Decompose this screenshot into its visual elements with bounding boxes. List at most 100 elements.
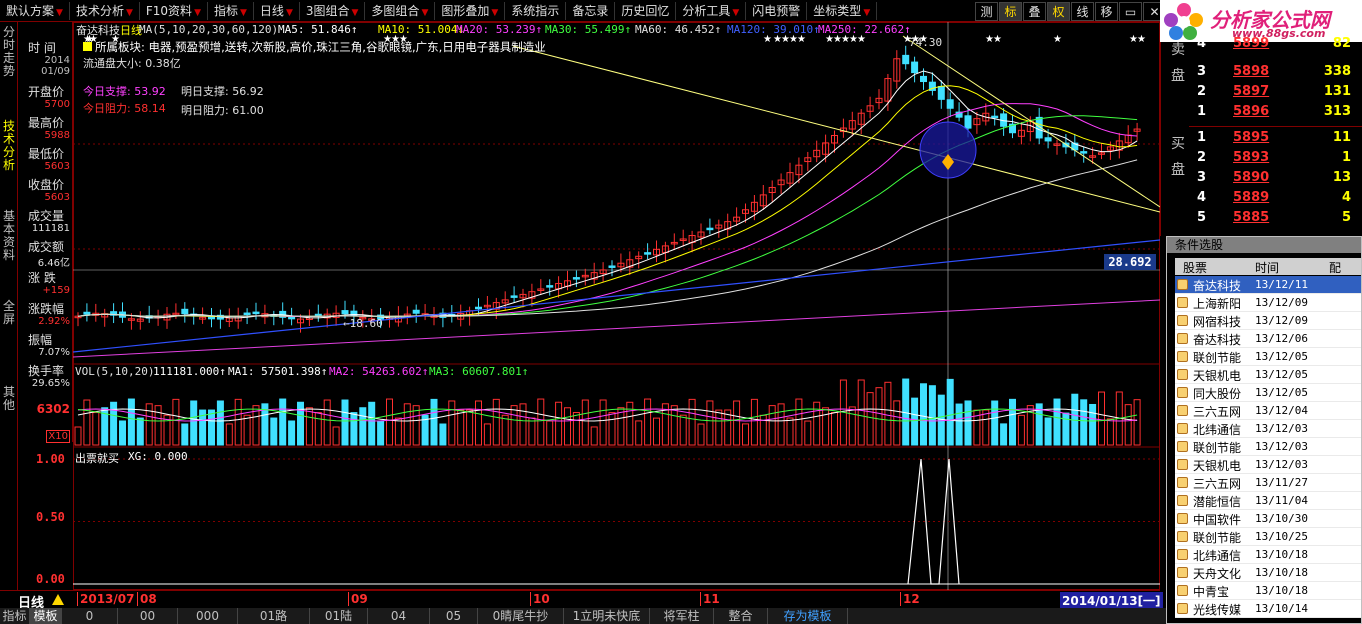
menu-overlay[interactable]: 图形叠加 ▼ <box>435 1 506 20</box>
move-button[interactable]: 移 <box>1095 2 1118 21</box>
info-label: 成交额 <box>28 240 65 254</box>
menu-multi-charts[interactable]: 多图组合 ▼ <box>365 1 436 20</box>
screener-row[interactable]: 奋达科技 13/12/06 <box>1175 330 1361 348</box>
volume-bar <box>341 399 349 446</box>
bottom-tab[interactable]: 1立明未快底 <box>564 608 650 624</box>
quote-price[interactable]: 5893 <box>1233 150 1269 165</box>
menu-axis-type[interactable]: 坐标类型 ▼ <box>807 1 878 20</box>
indicator-tick: 1.00 <box>36 452 65 466</box>
screener-stock-name: 奋达科技 <box>1193 333 1242 347</box>
screener-stock-name: 天银机电 <box>1193 369 1242 383</box>
quote-price[interactable]: 5898 <box>1233 64 1269 79</box>
screener-row[interactable]: 同大股份 13/12/05 <box>1175 384 1361 402</box>
screener-row[interactable]: 北纬通信 13/10/18 <box>1175 546 1361 564</box>
period-arrow-icon[interactable] <box>52 594 64 605</box>
volume-bar <box>127 398 135 446</box>
kline-chart[interactable]: ★ ★ ★ ★ ★ ★ ★ ★ ★ ★ ★ ★ ★ ★ ★ ★ ★ ★ ★ ★ ★ ★ ★ ★ ★ 奋达科技日线 MA(5,10… <box>73 22 1160 590</box>
menu-daily[interactable]: 日线 ▼ <box>254 1 300 20</box>
quote-price[interactable]: 5899 <box>1233 36 1269 51</box>
bottom-tab[interactable]: 0睛尾牛抄 <box>478 608 564 624</box>
quote-price[interactable]: 5885 <box>1233 210 1269 225</box>
menu-indicator[interactable]: 指标 ▼ <box>208 1 254 20</box>
screener-row[interactable]: 北纬通信 13/12/03 <box>1175 420 1361 438</box>
measure-button[interactable]: 测 <box>975 2 998 21</box>
screener-row[interactable]: 天舟文化 13/10/18 <box>1175 564 1361 582</box>
screener-date: 13/10/25 <box>1255 530 1308 543</box>
screener-row[interactable]: 网宿科技 13/12/09 <box>1175 312 1361 330</box>
volume-bar <box>893 400 901 446</box>
marker-star-icon: ★ <box>993 34 1002 45</box>
screener-row[interactable]: 天银机电 13/12/05 <box>1175 366 1361 384</box>
screener-row[interactable]: 中国软件 13/10/30 <box>1175 510 1361 528</box>
menu-tech-analysis[interactable]: 技术分析 ▼ <box>70 1 140 20</box>
volume-bar <box>688 398 696 446</box>
col-stock[interactable]: 股票 <box>1183 259 1207 276</box>
info-value: 7.07% <box>38 347 70 358</box>
bottom-tab[interactable]: 00 <box>118 608 178 624</box>
col-time[interactable]: 时间 <box>1255 259 1279 276</box>
volume-bar <box>635 420 643 446</box>
bottom-tab[interactable]: 000 <box>178 608 238 624</box>
rights-button[interactable]: 权 <box>1047 2 1070 21</box>
menu-history[interactable]: 历史回忆 <box>615 1 677 20</box>
screener-date: 13/10/30 <box>1255 512 1308 525</box>
quote-price[interactable]: 5897 <box>1233 84 1269 99</box>
screener-row[interactable]: 中青宝 13/10/18 <box>1175 582 1361 600</box>
tab-fundamentals[interactable]: 基本资料 <box>1 210 17 262</box>
screener-row[interactable]: 联创节能 13/12/03 <box>1175 438 1361 456</box>
mark-button[interactable]: 标 <box>999 2 1022 21</box>
bottom-tab[interactable]: 将军柱 <box>650 608 714 624</box>
quote-volume: 82 <box>1332 36 1351 51</box>
volume-bar <box>403 403 411 446</box>
screener-row[interactable]: 光线传媒 13/10/14 <box>1175 600 1361 618</box>
buy-quote-row: 1 5895 11 <box>1197 130 1362 149</box>
quote-price[interactable]: 5890 <box>1233 170 1269 185</box>
screener-stock-name: 北纬通信 <box>1193 549 1242 563</box>
tab-intraday[interactable]: 分时走势 <box>1 26 17 78</box>
menu-system-signals[interactable]: 系统指示 <box>505 1 567 20</box>
bottom-tab[interactable]: 01路 <box>238 608 310 624</box>
bottom-tab[interactable]: 05 <box>430 608 478 624</box>
minimize-button[interactable]: ▭ <box>1119 2 1142 21</box>
screener-row[interactable]: 三六五网 13/12/04 <box>1175 402 1361 420</box>
screener-row[interactable]: 上海新阳 13/12/09 <box>1175 294 1361 312</box>
line-button[interactable]: 线 <box>1071 2 1094 21</box>
menu-3-charts[interactable]: 3图组合 ▼ <box>300 1 366 20</box>
quote-price[interactable]: 5895 <box>1233 130 1269 145</box>
stock-icon <box>1177 387 1188 398</box>
stock-icon <box>1177 405 1188 416</box>
menu-default-scheme[interactable]: 默认方案 ▼ <box>0 1 70 20</box>
volume-bar <box>119 420 126 446</box>
screener-row[interactable]: 天银机电 13/12/03 <box>1175 456 1361 474</box>
menu-tools[interactable]: 分析工具 ▼ <box>676 1 747 20</box>
col-match[interactable]: 配 <box>1329 259 1341 276</box>
quote-price[interactable]: 5889 <box>1233 190 1269 205</box>
menu-f10[interactable]: F10资料 ▼ <box>140 1 208 20</box>
menu-flash-alert[interactable]: 闪电预警 <box>746 1 808 20</box>
volume-bar <box>1062 412 1070 446</box>
info-label: 时 间 <box>28 41 56 55</box>
volume-bar <box>706 400 714 446</box>
sector-text: 所属板块: 电器,预盈预增,送转,次新股,高价,珠江三角,谷歌眼镜,广东,日用电… <box>83 39 546 55</box>
bottom-tab[interactable]: 模板 <box>30 608 62 624</box>
screener-row[interactable]: 联创节能 13/10/25 <box>1175 528 1361 546</box>
tab-fullscreen[interactable]: 全屏 <box>1 300 17 326</box>
screener-row[interactable]: 联创节能 13/12/05 <box>1175 348 1361 366</box>
screener-date: 13/12/06 <box>1255 332 1308 345</box>
quote-price[interactable]: 5896 <box>1233 104 1269 119</box>
bottom-tab[interactable]: 01陆 <box>310 608 368 624</box>
bottom-tab-bar: 指标 模板 0 00 000 01路 01陆 04 05 0睛尾牛抄 1立明未快底 将军柱 整合 存为模板 <box>0 608 1166 624</box>
screener-row[interactable]: 潜能恒信 13/11/04 <box>1175 492 1361 510</box>
screener-row[interactable]: 奋达科技 13/12/11 <box>1175 276 1361 294</box>
bottom-tab[interactable]: 04 <box>368 608 430 624</box>
menu-memo[interactable]: 备忘录 <box>566 1 616 20</box>
bottom-tab[interactable]: 存为模板 <box>768 608 848 624</box>
volume-ma-line <box>77 408 1138 422</box>
tab-tech-analysis[interactable]: 技术分析 <box>1 120 17 172</box>
tab-other[interactable]: 其他 <box>1 386 17 412</box>
bottom-tab[interactable]: 0 <box>62 608 118 624</box>
bottom-tab[interactable]: 指标 <box>0 608 30 624</box>
bottom-tab[interactable]: 整合 <box>714 608 768 624</box>
overlay-button[interactable]: 叠 <box>1023 2 1046 21</box>
screener-row[interactable]: 三六五网 13/11/27 <box>1175 474 1361 492</box>
